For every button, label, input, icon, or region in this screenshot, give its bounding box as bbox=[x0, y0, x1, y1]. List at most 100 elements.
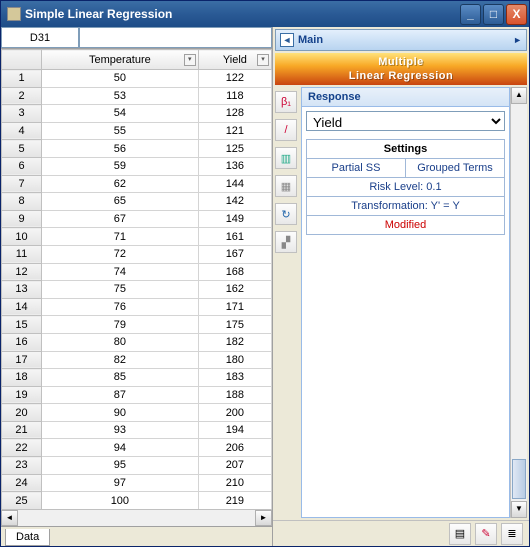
table-row[interactable]: 865142 bbox=[2, 193, 272, 211]
cell-temperature[interactable]: 56 bbox=[42, 140, 199, 158]
table-row[interactable]: 2090200 bbox=[2, 404, 272, 422]
cell-yield[interactable]: 125 bbox=[198, 140, 271, 158]
scroll-up-button[interactable]: ▲ bbox=[511, 87, 527, 104]
cell-temperature[interactable]: 50 bbox=[42, 70, 199, 88]
cell-temperature[interactable]: 72 bbox=[42, 245, 199, 263]
column-header[interactable]: Yield▾ bbox=[198, 50, 271, 70]
table-row[interactable]: 1172167 bbox=[2, 245, 272, 263]
cell-temperature[interactable]: 76 bbox=[42, 298, 199, 316]
row-number[interactable]: 20 bbox=[2, 404, 42, 422]
cell-yield[interactable]: 219 bbox=[198, 492, 271, 509]
row-number[interactable]: 18 bbox=[2, 369, 42, 387]
cell-yield[interactable]: 180 bbox=[198, 351, 271, 369]
cell-temperature[interactable]: 79 bbox=[42, 316, 199, 334]
row-number[interactable]: 1 bbox=[2, 70, 42, 88]
cell-temperature[interactable]: 94 bbox=[42, 439, 199, 457]
table-row[interactable]: 967149 bbox=[2, 210, 272, 228]
cell-yield[interactable]: 144 bbox=[198, 175, 271, 193]
cell-temperature[interactable]: 87 bbox=[42, 386, 199, 404]
notes-icon[interactable]: ✎ bbox=[475, 523, 497, 545]
fit-line-icon[interactable]: / bbox=[275, 119, 297, 141]
row-number[interactable]: 8 bbox=[2, 193, 42, 211]
table-row[interactable]: 1885183 bbox=[2, 369, 272, 387]
cell-yield[interactable]: 122 bbox=[198, 70, 271, 88]
table-row[interactable]: 762144 bbox=[2, 175, 272, 193]
cell-temperature[interactable]: 71 bbox=[42, 228, 199, 246]
cell-yield[interactable]: 162 bbox=[198, 281, 271, 299]
cell-temperature[interactable]: 67 bbox=[42, 210, 199, 228]
cell-temperature[interactable]: 100 bbox=[42, 492, 199, 509]
titlebar[interactable]: Simple Linear Regression _ □ X bbox=[1, 1, 529, 27]
vscroll-track[interactable] bbox=[511, 104, 527, 501]
table-row[interactable]: 1476171 bbox=[2, 298, 272, 316]
row-number[interactable]: 19 bbox=[2, 386, 42, 404]
cell-yield[interactable]: 149 bbox=[198, 210, 271, 228]
cell-temperature[interactable]: 82 bbox=[42, 351, 199, 369]
row-number[interactable]: 6 bbox=[2, 157, 42, 175]
cell-temperature[interactable]: 59 bbox=[42, 157, 199, 175]
cell-yield[interactable]: 161 bbox=[198, 228, 271, 246]
coefficients-icon[interactable]: β₁ bbox=[275, 91, 297, 113]
table-row[interactable]: 253118 bbox=[2, 87, 272, 105]
scroll-left-button[interactable]: ◄ bbox=[1, 510, 18, 526]
cell-temperature[interactable]: 85 bbox=[42, 369, 199, 387]
scroll-right-button[interactable]: ► bbox=[255, 510, 272, 526]
cell-yield[interactable]: 210 bbox=[198, 474, 271, 492]
cell-temperature[interactable]: 53 bbox=[42, 87, 199, 105]
table-row[interactable]: 1782180 bbox=[2, 351, 272, 369]
cell-temperature[interactable]: 90 bbox=[42, 404, 199, 422]
cell-yield[interactable]: 121 bbox=[198, 122, 271, 140]
data-grid[interactable]: Temperature▾Yield▾1501222531183541284551… bbox=[1, 49, 272, 509]
table-row[interactable]: 1071161 bbox=[2, 228, 272, 246]
row-number[interactable]: 25 bbox=[2, 492, 42, 509]
cell-yield[interactable]: 194 bbox=[198, 421, 271, 439]
cell-yield[interactable]: 206 bbox=[198, 439, 271, 457]
cell-yield[interactable]: 118 bbox=[198, 87, 271, 105]
cell-yield[interactable]: 128 bbox=[198, 105, 271, 123]
table-row[interactable]: 659136 bbox=[2, 157, 272, 175]
maximize-button[interactable]: □ bbox=[483, 4, 504, 25]
back-icon[interactable]: ◄ bbox=[280, 33, 294, 47]
cell-temperature[interactable]: 55 bbox=[42, 122, 199, 140]
horizontal-scrollbar[interactable]: ◄ ► bbox=[1, 509, 272, 526]
row-number[interactable]: 22 bbox=[2, 439, 42, 457]
cell-temperature[interactable]: 65 bbox=[42, 193, 199, 211]
minimize-button[interactable]: _ bbox=[460, 4, 481, 25]
cell-temperature[interactable]: 62 bbox=[42, 175, 199, 193]
table-row[interactable]: 1987188 bbox=[2, 386, 272, 404]
partial-ss-link[interactable]: Partial SS bbox=[307, 159, 405, 177]
scroll-down-button[interactable]: ▼ bbox=[511, 501, 527, 518]
row-number[interactable]: 7 bbox=[2, 175, 42, 193]
cell-temperature[interactable]: 75 bbox=[42, 281, 199, 299]
cell-temperature[interactable]: 97 bbox=[42, 474, 199, 492]
table-row[interactable]: 2294206 bbox=[2, 439, 272, 457]
row-number[interactable]: 11 bbox=[2, 245, 42, 263]
residual-icon[interactable]: ▦ bbox=[275, 175, 297, 197]
cell-temperature[interactable]: 93 bbox=[42, 421, 199, 439]
cell-reference-box[interactable]: D31 bbox=[1, 27, 79, 48]
cell-yield[interactable]: 183 bbox=[198, 369, 271, 387]
column-header[interactable]: Temperature▾ bbox=[42, 50, 199, 70]
row-number[interactable]: 4 bbox=[2, 122, 42, 140]
corner-cell[interactable] bbox=[2, 50, 42, 70]
more-icon[interactable]: ► bbox=[513, 35, 522, 45]
row-number[interactable]: 24 bbox=[2, 474, 42, 492]
row-number[interactable]: 2 bbox=[2, 87, 42, 105]
table-row[interactable]: 1375162 bbox=[2, 281, 272, 299]
tab-data[interactable]: Data bbox=[5, 529, 50, 546]
cell-yield[interactable]: 167 bbox=[198, 245, 271, 263]
table-row[interactable]: 2395207 bbox=[2, 457, 272, 475]
cell-yield[interactable]: 175 bbox=[198, 316, 271, 334]
table-row[interactable]: 1274168 bbox=[2, 263, 272, 281]
response-select[interactable]: Yield bbox=[306, 111, 505, 131]
cell-yield[interactable]: 168 bbox=[198, 263, 271, 281]
cell-temperature[interactable]: 80 bbox=[42, 333, 199, 351]
table-row[interactable]: 354128 bbox=[2, 105, 272, 123]
list-icon[interactable]: ≣ bbox=[501, 523, 523, 545]
table-row[interactable]: 556125 bbox=[2, 140, 272, 158]
row-number[interactable]: 17 bbox=[2, 351, 42, 369]
table-row[interactable]: 1579175 bbox=[2, 316, 272, 334]
cell-yield[interactable]: 136 bbox=[198, 157, 271, 175]
cell-yield[interactable]: 171 bbox=[198, 298, 271, 316]
row-number[interactable]: 13 bbox=[2, 281, 42, 299]
